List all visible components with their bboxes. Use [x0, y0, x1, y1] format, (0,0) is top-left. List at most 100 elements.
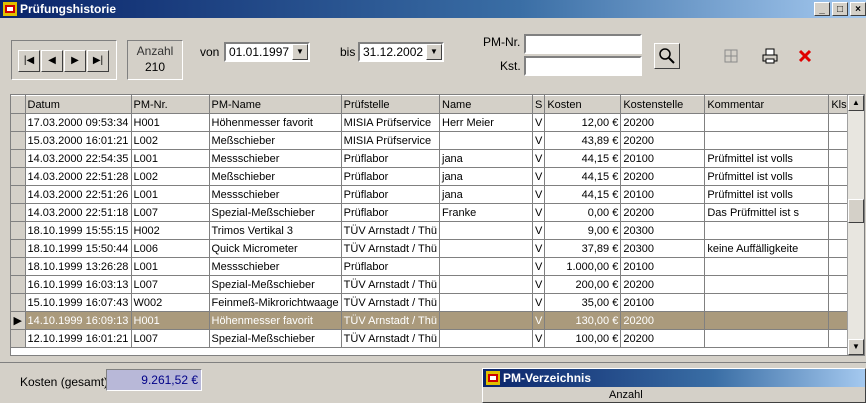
table-cell[interactable]: V	[532, 185, 546, 204]
table-cell[interactable]: 20100	[620, 149, 706, 168]
row-indicator[interactable]	[11, 149, 26, 168]
next-record-button[interactable]: ▶	[64, 50, 86, 72]
table-cell[interactable]: 14.03.2000 22:51:18	[25, 203, 132, 222]
table-cell[interactable]: TÜV Arnstadt / Thü	[341, 221, 441, 240]
table-cell[interactable]: 35,00 €	[544, 293, 622, 312]
table-cell[interactable]: L001	[131, 257, 210, 276]
table-cell[interactable]: 20200	[620, 167, 706, 186]
row-indicator[interactable]	[11, 221, 26, 240]
pm-verzeichnis-window[interactable]: PM-Verzeichnis Anzahl	[482, 368, 866, 403]
table-cell[interactable]: W002	[131, 293, 210, 312]
chevron-down-icon[interactable]: ▼	[292, 44, 308, 60]
scroll-thumb[interactable]	[848, 199, 864, 223]
table-cell[interactable]: V	[532, 257, 546, 276]
table-row[interactable]: 14.03.2000 22:51:18 L007 Spezial-Meßschieb…	[11, 203, 860, 222]
table-cell[interactable]: jana	[439, 167, 533, 186]
table-cell[interactable]: V	[532, 203, 546, 222]
table-row[interactable]: 18.10.1999 13:26:28 L001 Messschieber Prüfl…	[11, 257, 860, 276]
table-cell[interactable]: L001	[131, 149, 210, 168]
table-cell[interactable]: Das Prüfmittel ist s	[704, 203, 830, 222]
column-header[interactable]: Kommentar	[704, 95, 830, 114]
table-cell[interactable]: TÜV Arnstadt / Thü	[341, 311, 441, 330]
table-cell[interactable]: V	[532, 113, 546, 132]
table-cell[interactable]	[439, 131, 533, 150]
row-indicator[interactable]	[11, 239, 26, 258]
table-cell[interactable]: Prüflabor	[341, 185, 441, 204]
kst-input[interactable]	[524, 56, 642, 76]
table-cell[interactable]	[439, 329, 533, 348]
table-row[interactable]: 15.03.2000 16:01:21 L002 Meßschieber MISIA …	[11, 131, 860, 150]
row-indicator[interactable]	[11, 329, 26, 348]
table-cell[interactable]: L007	[131, 275, 210, 294]
previous-record-button[interactable]: ◀	[41, 50, 63, 72]
bis-date-combo[interactable]: 31.12.2002 ▼	[358, 42, 444, 62]
table-cell[interactable]: 20200	[620, 329, 706, 348]
row-indicator[interactable]	[11, 113, 26, 132]
chevron-down-icon[interactable]: ▼	[426, 44, 442, 60]
table-row[interactable]: 14.03.2000 22:51:28 L002 Meßschieber Prüfla…	[11, 167, 860, 186]
column-header[interactable]: PM-Nr.	[131, 95, 210, 114]
column-header[interactable]: Name	[439, 95, 533, 114]
table-cell[interactable]: 44,15 €	[544, 149, 622, 168]
table-cell[interactable]	[439, 221, 533, 240]
table-cell[interactable]: V	[532, 275, 546, 294]
column-header[interactable]: Kosten	[544, 95, 622, 114]
table-cell[interactable]: 16.10.1999 16:03:13	[25, 275, 132, 294]
table-cell[interactable]: 20300	[620, 239, 706, 258]
table-cell[interactable]: Prüfmittel ist volls	[704, 149, 830, 168]
table-cell[interactable]: 0,00 €	[544, 203, 622, 222]
table-cell[interactable]	[704, 329, 830, 348]
table-cell[interactable]: L002	[131, 167, 210, 186]
table-cell[interactable]: V	[532, 131, 546, 150]
table-cell[interactable]: 17.03.2000 09:53:34	[25, 113, 132, 132]
table-cell[interactable]: H001	[131, 113, 210, 132]
scroll-down-icon[interactable]: ▼	[848, 339, 864, 355]
table-cell[interactable]: 100,00 €	[544, 329, 622, 348]
maximize-button[interactable]: □	[832, 2, 848, 16]
last-record-button[interactable]: ▶|	[87, 50, 109, 72]
table-cell[interactable]: Messschieber	[209, 257, 342, 276]
table-cell[interactable]: 18.10.1999 15:55:15	[25, 221, 132, 240]
table-cell[interactable]: TÜV Arnstadt / Thü	[341, 293, 441, 312]
table-cell[interactable]	[439, 257, 533, 276]
table-cell[interactable]	[439, 275, 533, 294]
table-cell[interactable]: 20300	[620, 221, 706, 240]
table-cell[interactable]: Höhenmesser favorit	[209, 311, 342, 330]
row-indicator[interactable]	[11, 203, 26, 222]
table-cell[interactable]: 20100	[620, 185, 706, 204]
table-row[interactable]: 14.03.2000 22:54:35 L001 Messschieber Prüfl…	[11, 149, 860, 168]
row-indicator[interactable]	[11, 257, 26, 276]
table-cell[interactable]: 20200	[620, 203, 706, 222]
current-row-indicator-icon[interactable]: ▶	[11, 311, 26, 330]
table-cell[interactable]: Spezial-Meßschieber	[209, 275, 342, 294]
table-cell[interactable]: L002	[131, 131, 210, 150]
table-cell[interactable]: 18.10.1999 15:50:44	[25, 239, 132, 258]
table-cell[interactable]: jana	[439, 185, 533, 204]
table-cell[interactable]: Höhenmesser favorit	[209, 113, 342, 132]
table-cell[interactable]: Spezial-Meßschieber	[209, 203, 342, 222]
table-cell[interactable]: Prüflabor	[341, 149, 441, 168]
table-cell[interactable]: 20200	[620, 311, 706, 330]
table-cell[interactable]: V	[532, 221, 546, 240]
table-cell[interactable]: 15.03.2000 16:01:21	[25, 131, 132, 150]
column-header[interactable]: Datum	[25, 95, 132, 114]
vertical-scrollbar[interactable]: ▲ ▼	[847, 95, 864, 355]
table-cell[interactable]: 15.10.1999 16:07:43	[25, 293, 132, 312]
minimize-button[interactable]: _	[814, 2, 830, 16]
table-cell[interactable]: 12,00 €	[544, 113, 622, 132]
table-cell[interactable]: jana	[439, 149, 533, 168]
table-cell[interactable]: Spezial-Meßschieber	[209, 329, 342, 348]
column-header[interactable]: Prüfstelle	[341, 95, 441, 114]
table-row[interactable]: 14.03.2000 22:51:26 L001 Messschieber Prüfl…	[11, 185, 860, 204]
table-cell[interactable]: V	[532, 239, 546, 258]
table-cell[interactable]: MISIA Prüfservice	[341, 131, 441, 150]
table-cell[interactable]: Feinmeß-Mikrorichtwaage	[209, 293, 342, 312]
table-cell[interactable]: 14.10.1999 16:09:13	[25, 311, 132, 330]
table-cell[interactable]	[439, 311, 533, 330]
column-header[interactable]: Kostenstelle	[620, 95, 706, 114]
table-cell[interactable]	[439, 293, 533, 312]
table-cell[interactable]: Meßschieber	[209, 131, 342, 150]
table-cell[interactable]: V	[532, 149, 546, 168]
table-row[interactable]: 16.10.1999 16:03:13 L007 Spezial-Meßschieb…	[11, 275, 860, 294]
table-cell[interactable]: Prüflabor	[341, 203, 441, 222]
